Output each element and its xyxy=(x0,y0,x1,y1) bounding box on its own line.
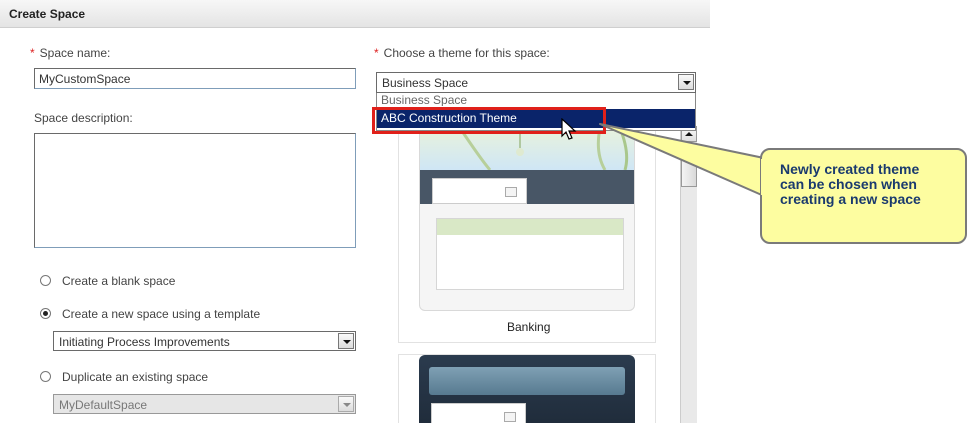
callout-text: Newly created theme can be chosen when c… xyxy=(780,162,921,207)
callout-line: can be chosen when xyxy=(780,176,917,192)
callout-seam xyxy=(761,159,765,195)
callout-box: Newly created theme can be chosen when c… xyxy=(760,148,967,244)
callout-line: creating a new space xyxy=(780,191,921,207)
callout-line: Newly created theme xyxy=(780,161,920,177)
